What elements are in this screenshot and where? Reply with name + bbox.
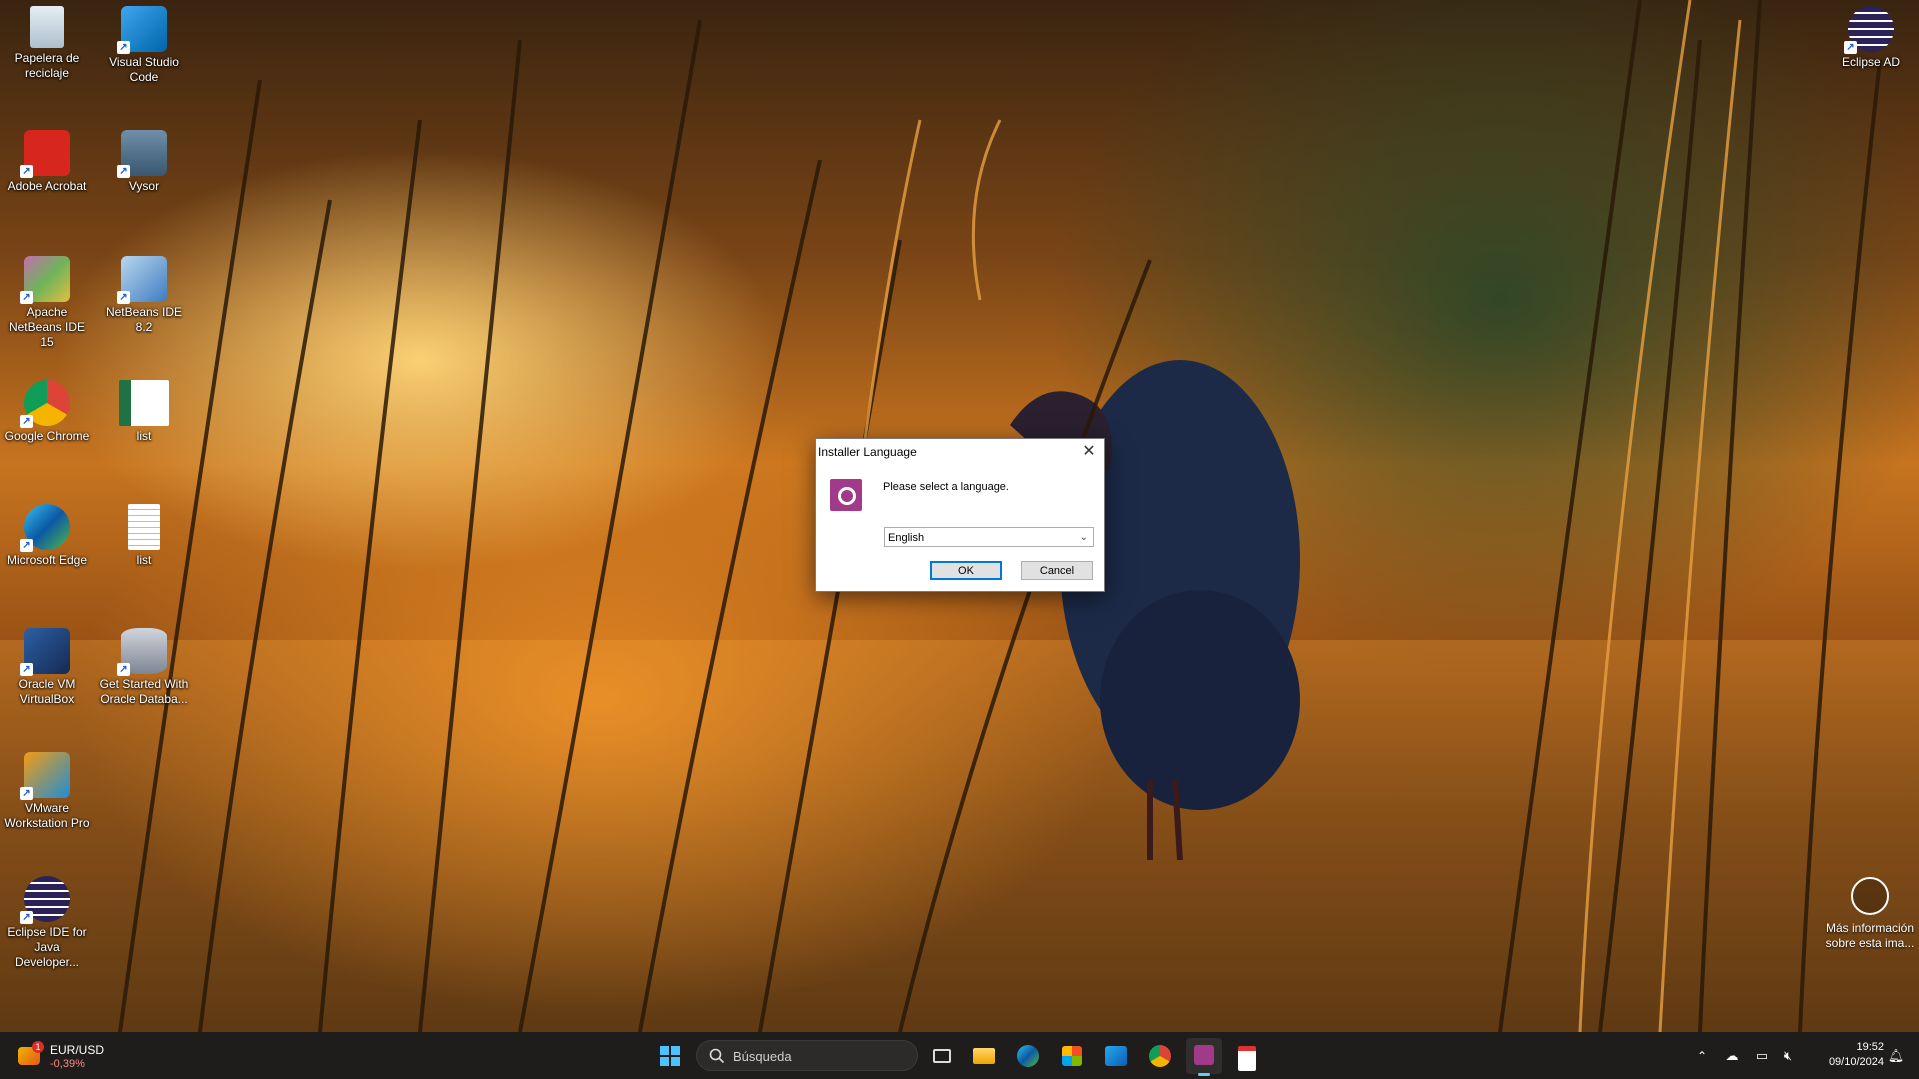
desktop-icon-label: Visual Studio Code [109,55,179,84]
desktop-icon-label: Oracle VM VirtualBox [18,677,76,706]
dialog-title: Installer Language [818,445,917,459]
edge-icon: ↗ [20,504,70,552]
chrome-icon [1149,1045,1171,1067]
cloud-offline-icon[interactable]: ☁ [1722,1046,1742,1066]
system-clock[interactable]: 19:52 09/10/2024 [1812,1040,1884,1070]
vscode-icon: ↗ [117,6,167,54]
volume-muted-icon[interactable]: 🔇︎ [1778,1046,1798,1066]
ok-button[interactable]: OK [930,561,1002,580]
desktop-icon-label: Eclipse AD [1841,55,1901,69]
desktop-icon-google-chrome[interactable]: ↗ Google Chrome [2,380,92,444]
language-select[interactable]: English ⌄ [884,527,1094,547]
close-button[interactable]: ✕ [1074,439,1104,465]
desktop-icon-label: Vysor [128,179,160,193]
task-view-button[interactable] [924,1038,960,1074]
ticker-symbol: EUR/USD [50,1043,105,1057]
ticker-change: -0,39% [50,1058,85,1070]
desktop-icon-eclipse-ad[interactable]: ↗ Eclipse AD [1826,6,1916,70]
recycle-bin-icon [30,6,64,48]
store-taskbar-button[interactable] [1054,1038,1090,1074]
store-icon [1062,1046,1082,1066]
desktop-icon-label: Adobe Acrobat [7,179,87,193]
file-explorer-button[interactable] [966,1038,1002,1074]
desktop-icon-vscode[interactable]: ↗ Visual Studio Code [99,6,189,85]
acrobat-icon: ↗ [20,130,70,178]
edge-taskbar-button[interactable] [1010,1038,1046,1074]
installer-taskbar-button[interactable] [1186,1038,1222,1076]
dialog-message: Please select a language. [883,481,1009,493]
installer-app-icon [830,479,862,511]
eclipse-icon: ↗ [20,876,70,924]
search-box[interactable]: Búsqueda [696,1040,918,1071]
market-ticker-widget[interactable]: 1 EUR/USD -0,39% [18,1041,118,1073]
taskbar: 1 EUR/USD -0,39% Búsqueda ⌃ ☁ ▭ 🔇︎ 19:52… [0,1032,1919,1079]
chrome-icon: ↗ [20,380,70,428]
vysor-icon: ↗ [117,130,167,178]
desktop-icon-list-excel[interactable]: list [99,380,189,444]
snipping-tool-icon [1238,1046,1256,1071]
wallpaper-info-widget[interactable]: Más información sobre esta ima... [1820,877,1919,951]
desktop-icon-label: list [136,553,152,567]
desktop-icon-adobe-acrobat[interactable]: ↗ Adobe Acrobat [2,130,92,194]
folder-icon [973,1048,995,1064]
edge-icon [1017,1045,1039,1067]
netbeans-cube-icon: ↗ [117,256,167,304]
desktop-icon-microsoft-edge[interactable]: ↗ Microsoft Edge [2,504,92,568]
installer-language-dialog: Installer Language ✕ Please select a lan… [815,438,1105,592]
windows-logo-icon [660,1046,680,1066]
excel-file-icon [119,380,169,426]
desktop-icon-virtualbox[interactable]: ↗ Oracle VM VirtualBox [2,628,92,707]
desktop-icon-vmware[interactable]: ↗ VMware Workstation Pro [2,752,92,831]
camera-info-icon [1851,877,1889,915]
desktop-icon-label: Eclipse IDE for Java Developer... [7,925,87,969]
eclipse-icon: ↗ [1844,6,1894,54]
snipping-taskbar-button[interactable] [1230,1038,1266,1074]
start-button[interactable] [652,1038,688,1074]
desktop-icon-label: NetBeans IDE 8.2 [105,305,183,334]
outlook-icon [1105,1046,1127,1066]
netbeans-icon: ↗ [20,256,70,304]
desktop-icon-label: Microsoft Edge [6,553,88,567]
dialog-titlebar[interactable]: Installer Language ✕ [816,439,1104,465]
outlook-taskbar-button[interactable] [1098,1038,1134,1074]
language-select-value: English [888,532,925,544]
wallpaper-info-label: Más información sobre esta ima... [1825,921,1915,950]
network-icon[interactable]: ▭ [1752,1046,1772,1066]
desktop-icon-oracle-db[interactable]: ↗ Get Started With Oracle Databa... [99,628,189,707]
search-placeholder: Búsqueda [733,1049,792,1064]
desktop-icon-netbeans-82[interactable]: ↗ NetBeans IDE 8.2 [99,256,189,335]
desktop-icon-label: Apache NetBeans IDE 15 [8,305,86,349]
installer-app-icon [1194,1045,1214,1065]
notification-bell-icon[interactable]: 🔔︎ [1886,1046,1906,1066]
show-hidden-icons-button[interactable]: ⌃ [1692,1046,1712,1066]
chevron-down-icon: ⌄ [1079,532,1088,543]
desktop-icon-eclipse-java[interactable]: ↗ Eclipse IDE for Java Developer... [2,876,92,970]
notification-badge: 1 [32,1041,44,1053]
text-file-icon [128,504,160,550]
task-view-icon [933,1049,951,1063]
oracle-db-icon: ↗ [117,628,167,676]
clock-time: 19:52 [1856,1041,1884,1053]
cancel-button[interactable]: Cancel [1021,561,1093,580]
vmware-icon: ↗ [20,752,70,800]
desktop-icon-label: list [136,429,152,443]
desktop-icon-apache-netbeans[interactable]: ↗ Apache NetBeans IDE 15 [2,256,92,350]
clock-date: 09/10/2024 [1828,1056,1884,1068]
virtualbox-icon: ↗ [20,628,70,676]
desktop-icon-label: Google Chrome [4,429,90,443]
desktop-icon-label: Papelera de reciclaje [14,51,80,80]
desktop-icon-list-text[interactable]: list [99,504,189,568]
desktop-icon-vysor[interactable]: ↗ Vysor [99,130,189,194]
desktop-icon-recycle-bin[interactable]: Papelera de reciclaje [2,6,92,81]
desktop-icon-label: VMware Workstation Pro [4,801,90,830]
search-icon [709,1048,725,1064]
chrome-taskbar-button[interactable] [1142,1038,1178,1074]
desktop-icon-label: Get Started With Oracle Databa... [99,677,189,706]
